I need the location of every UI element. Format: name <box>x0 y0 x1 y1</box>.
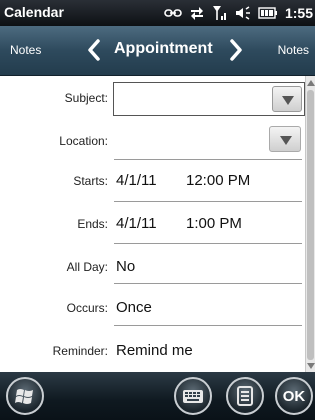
status-icons: 1:55 <box>164 3 313 23</box>
dropdown-arrow-icon <box>282 96 294 105</box>
battery-icon[interactable] <box>258 7 278 19</box>
notes-button-left[interactable]: Notes <box>10 43 41 57</box>
menu-button[interactable] <box>226 377 264 415</box>
scroll-down-arrow-icon[interactable] <box>307 363 315 369</box>
occurs-label: Occurs: <box>66 301 108 315</box>
sync-icon[interactable] <box>189 5 205 21</box>
clock[interactable]: 1:55 <box>285 5 313 21</box>
ok-icon: OK <box>282 388 306 405</box>
windows-start-icon <box>15 389 33 404</box>
status-bar: Calendar 1:55 <box>0 0 315 26</box>
ends-date[interactable]: 4/1/11 <box>116 215 157 232</box>
all-day-value[interactable]: No <box>116 258 135 275</box>
reminder-label: Reminder: <box>52 344 108 358</box>
bottom-command-bar: OK <box>0 372 315 420</box>
scroll-thumb[interactable] <box>307 90 314 360</box>
occurs-value[interactable]: Once <box>116 299 152 316</box>
occurs-row: Occurs: Once <box>0 284 305 326</box>
windows-start-button[interactable] <box>6 377 44 415</box>
ends-time[interactable]: 1:00 PM <box>186 215 242 232</box>
volume-icon[interactable] <box>235 5 251 21</box>
ends-label: Ends: <box>77 217 108 231</box>
location-row: Location: <box>0 122 305 160</box>
keyboard-icon <box>183 390 203 403</box>
all-day-label: All Day: <box>66 260 108 274</box>
starts-date[interactable]: 4/1/11 <box>116 172 157 189</box>
previous-chevron-icon[interactable] <box>86 38 102 67</box>
location-dropdown-button[interactable] <box>269 126 301 152</box>
reminder-row: Reminder: Remind me <box>0 326 305 372</box>
navigation-bar: Notes Appointment Notes <box>0 26 315 76</box>
notes-button-right[interactable]: Notes <box>278 43 309 57</box>
app-title: Calendar <box>4 4 64 20</box>
subject-label: Subject: <box>64 91 108 105</box>
scroll-up-arrow-icon[interactable] <box>307 80 315 86</box>
location-label: Location: <box>59 134 108 148</box>
dropdown-arrow-icon <box>280 136 292 145</box>
starts-time[interactable]: 12:00 PM <box>186 172 250 189</box>
ok-button[interactable]: OK <box>275 377 313 415</box>
vertical-scrollbar[interactable] <box>305 76 315 372</box>
subject-row: Subject: <box>0 76 305 122</box>
menu-icon <box>237 386 253 406</box>
link-icon[interactable] <box>164 7 182 19</box>
appointment-form: Subject: Location: Starts: 4/1/11 12:00 … <box>0 76 315 372</box>
next-chevron-icon[interactable] <box>228 38 244 67</box>
starts-label: Starts: <box>73 174 108 188</box>
page-title: Appointment <box>114 40 213 57</box>
subject-field[interactable] <box>113 82 305 116</box>
subject-dropdown-button[interactable] <box>272 86 302 112</box>
starts-row: Starts: 4/1/11 12:00 PM <box>0 160 305 202</box>
signal-icon[interactable] <box>212 5 228 21</box>
keyboard-button[interactable] <box>174 377 212 415</box>
ends-row: Ends: 4/1/11 1:00 PM <box>0 202 305 244</box>
reminder-value[interactable]: Remind me <box>116 342 193 359</box>
all-day-row: All Day: No <box>0 244 305 284</box>
